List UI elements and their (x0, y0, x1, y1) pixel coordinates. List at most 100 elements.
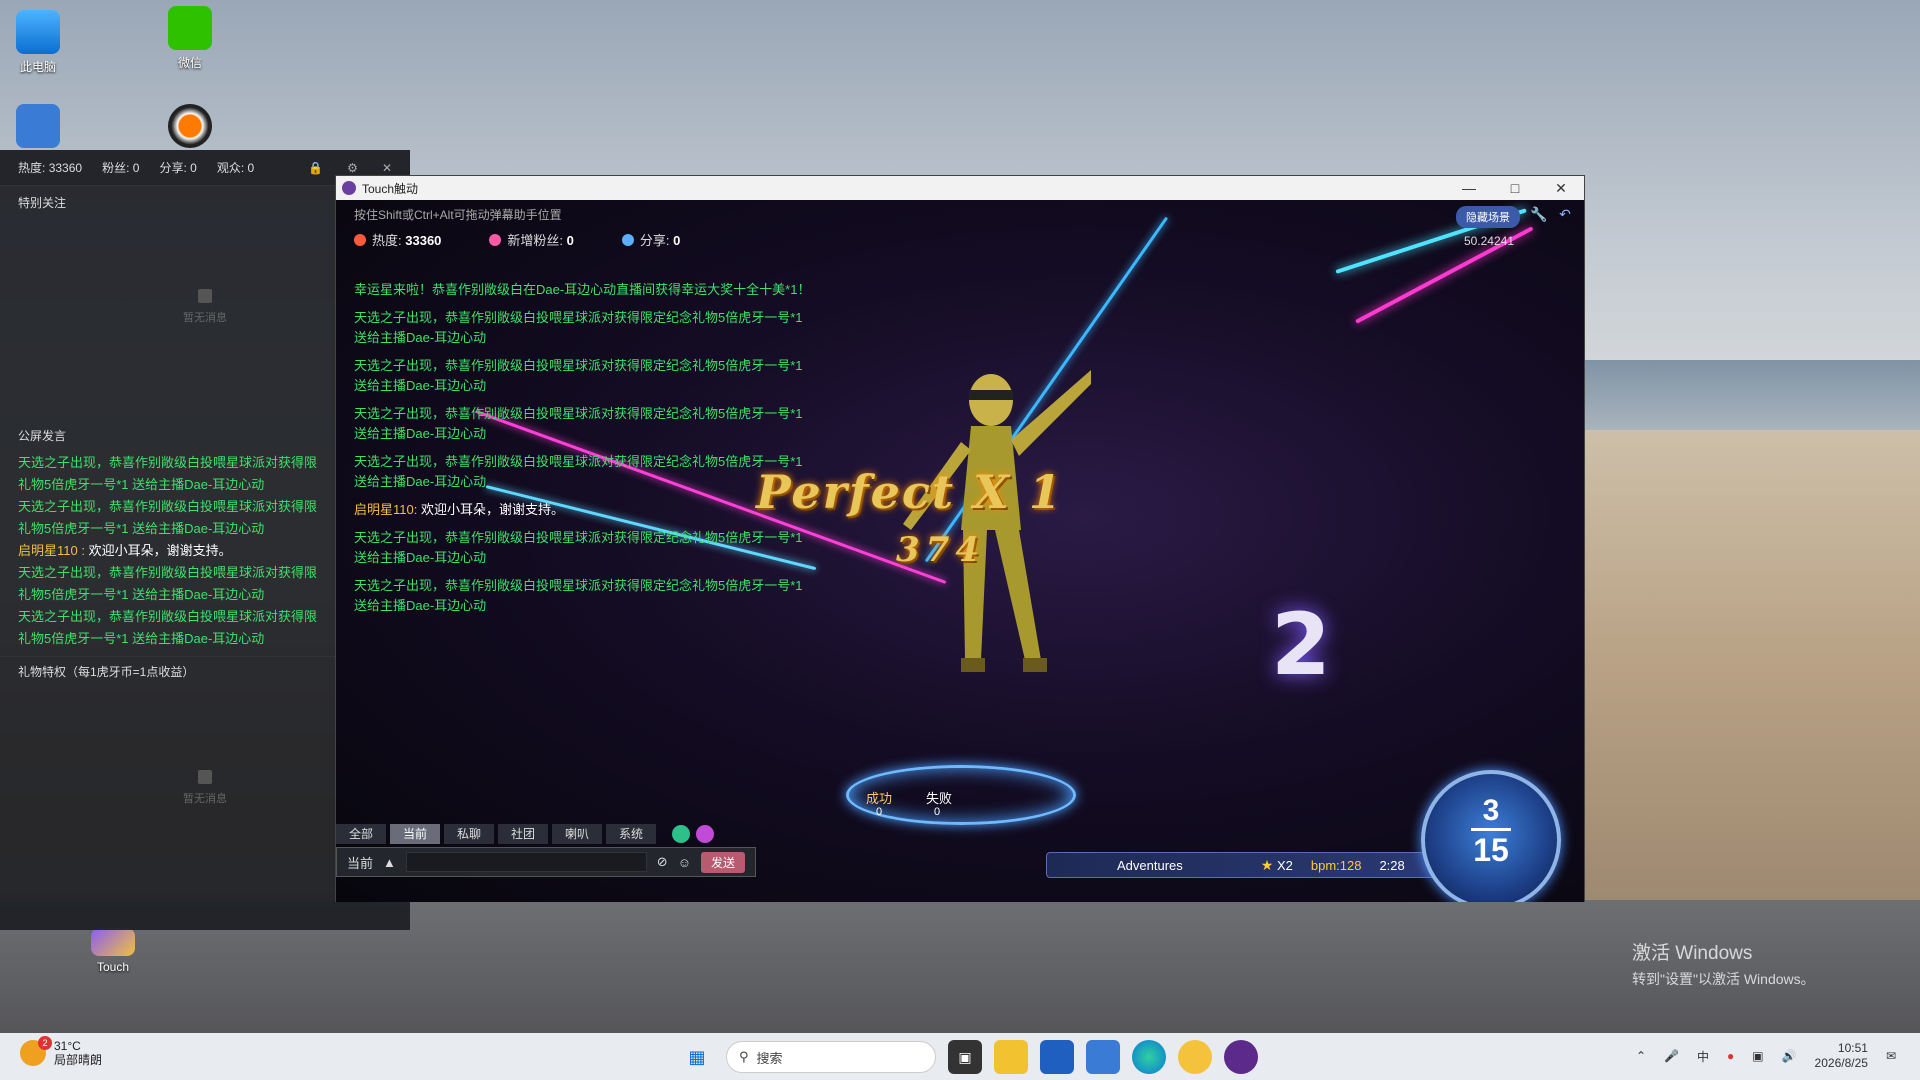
edge-browser-icon[interactable] (1132, 1040, 1166, 1074)
desktop-icon-label: 此电脑 (19, 60, 56, 74)
chat-tab-bar: 全部 当前 私聊 社团 喇叭 系统 (336, 824, 656, 844)
triangle-up-icon[interactable]: ▲ (383, 855, 396, 870)
combo-counter: 374 (896, 530, 985, 570)
taskbar: 2 31°C 局部晴朗 ▦ ⚲ 搜索 ▣ ⌃ 🎤 中 ● ▣ 🔊 10:51 2… (0, 1033, 1920, 1080)
chat-sender[interactable]: 启明星110 : (18, 543, 85, 558)
monitor-icon (16, 10, 60, 54)
chat-input[interactable] (405, 852, 647, 872)
lock-icon[interactable]: 🔒 (308, 161, 323, 175)
face-icon[interactable] (696, 825, 714, 843)
m-app-icon[interactable] (1086, 1040, 1120, 1074)
chat-message: 天选之子出现，恭喜作别敞级白投喂星球派对获得限定纪念礼物5倍虎牙一号*1送给主播… (354, 578, 803, 613)
app-yellow-icon[interactable] (1178, 1040, 1212, 1074)
song-name: Adventures (1117, 857, 1183, 873)
fire-icon (354, 234, 366, 246)
close-icon[interactable]: ✕ (382, 161, 392, 175)
dial-total: 15 (1473, 832, 1509, 868)
desktop-icon-label: 微信 (177, 56, 202, 70)
desktop-icon-wechat[interactable]: 微信 (150, 6, 230, 71)
weather-text: 局部晴朗 (54, 1053, 103, 1067)
notification-icon[interactable]: ✉ (1886, 1049, 1896, 1063)
heat-stat: 热度: 33360 (354, 230, 441, 249)
maximize-icon[interactable]: □ (1492, 180, 1538, 197)
game-stage: 按住Shift或Ctrl+Alt可拖动弹幕助手位置 热度: 33360 新增粉丝… (336, 200, 1584, 902)
network-icon[interactable]: ▣ (1752, 1049, 1763, 1063)
desktop-icon-this-pc[interactable]: 此电脑 (0, 10, 78, 75)
wechat-icon (168, 6, 212, 50)
touch-taskbar-icon[interactable] (1224, 1040, 1258, 1074)
microphone-icon[interactable]: 🎤 (1664, 1049, 1679, 1063)
chat-message: 天选之子出现，恭喜作别敞级白投喂星球派对获得限定纪念礼物5倍虎牙一号*1送给主播… (354, 530, 803, 565)
taskbar-apps: ▦ ⚲ 搜索 ▣ (680, 1040, 1258, 1074)
star-icon: ★ (1260, 856, 1274, 873)
song-info-bar: Adventures ★ X2 bpm:128 2:28 (1046, 852, 1466, 878)
hide-scene-button[interactable]: 隐藏场景 (1456, 206, 1520, 228)
block-icon[interactable]: ⊘ (657, 854, 668, 870)
speaker-icon[interactable]: 🔊 (1782, 1049, 1797, 1063)
file-explorer-icon[interactable] (994, 1040, 1028, 1074)
search-icon: ⚲ (739, 1049, 749, 1064)
weather-sun-icon: 2 (20, 1036, 52, 1066)
desktop-icon-recorder[interactable] (150, 104, 230, 152)
app-tray-icon[interactable]: ● (1727, 1049, 1734, 1063)
chat-tab[interactable]: 私聊 (444, 824, 494, 844)
notification-badge: 2 (38, 1036, 52, 1050)
system-tray: ⌃ 🎤 中 ● ▣ 🔊 10:51 2026/8/25 ✉ (1636, 1041, 1896, 1071)
desktop-icon-app-m[interactable] (0, 104, 78, 152)
windows-activation-watermark: 激活 Windows 转到"设置"以激活 Windows。 (1632, 938, 1815, 989)
input-method-icon[interactable]: 中 (1697, 1048, 1709, 1065)
emoji-icon[interactable] (672, 825, 690, 843)
window-title: Touch触动 (362, 181, 419, 196)
chat-tab[interactable]: 社团 (498, 824, 548, 844)
send-button[interactable]: 发送 (700, 851, 745, 873)
gear-icon[interactable]: ⚙ (347, 161, 358, 175)
desktop-icon-touch[interactable]: Touch (73, 928, 153, 974)
chat-message: 天选之子出现，恭喜作别敞级白投喂星球派对获得限定纪念礼物5倍虎牙一号*1送给主播… (354, 358, 803, 393)
empty-icon (198, 770, 212, 784)
window-titlebar[interactable]: Touch触动 — □ ✕ (336, 176, 1584, 200)
chat-tab[interactable]: 系统 (606, 824, 656, 844)
chat-message: 天选之子出现，恭喜作别敞级白投喂星球派对获得限定纪念礼物5倍虎牙一号*1送给主播… (354, 454, 803, 489)
weather-widget[interactable]: 2 31°C 局部晴朗 (20, 1036, 103, 1067)
countdown-number: 2 (1271, 595, 1331, 695)
chat-tab[interactable]: 全部 (336, 824, 386, 844)
game-stats-bar: 热度: 33360 新增粉丝: 0 分享: 0 (354, 230, 680, 249)
measure-dial: 3 15 (1421, 770, 1561, 902)
chevron-up-icon[interactable]: ⌃ (1636, 1049, 1646, 1063)
new-fans-stat: 新增粉丝: 0 (489, 230, 574, 249)
undo-icon[interactable]: ↶ (1556, 206, 1574, 224)
chat-sender[interactable]: 启明星110: (354, 502, 417, 517)
close-icon[interactable]: ✕ (1538, 180, 1584, 197)
dial-current: 3 (1482, 794, 1500, 827)
heat-stat: 热度: 33360 (18, 161, 83, 175)
channel-selector[interactable]: 当前 (347, 853, 373, 872)
taskbar-search[interactable]: ⚲ 搜索 (726, 1041, 936, 1073)
fans-stat: 粉丝: 0 (102, 161, 140, 175)
chat-message: 天选之子出现，恭喜作别敞级白投喂星球派对获得限定纪念礼物5倍虎牙一号*1送给主播… (354, 310, 803, 345)
share-icon (621, 234, 634, 246)
activation-subtitle: 转到"设置"以激活 Windows。 (1632, 971, 1815, 987)
record-icon (168, 104, 212, 148)
chat-text: 欢迎小耳朵，谢谢支持。 (84, 543, 232, 558)
windows-start-icon[interactable]: ▦ (680, 1040, 714, 1074)
desktop-icon-label: Touch (96, 960, 130, 974)
desktop-sea (1585, 360, 1920, 430)
minimize-icon[interactable]: — (1446, 180, 1492, 197)
coordinate-readout: 50.24241 (1463, 234, 1514, 248)
heart-icon (489, 234, 502, 246)
share-stat: 分享: 0 (621, 230, 680, 249)
dial-divider (1471, 828, 1511, 831)
chat-message: 幸运星来啦！恭喜作别敞级白在Dae-耳边心动直播间获得幸运大奖十全十美*1！ (354, 282, 811, 297)
activation-title: 激活 Windows (1632, 943, 1753, 964)
chat-tab[interactable]: 喇叭 (552, 824, 602, 844)
share-stat: 分享: 0 (159, 161, 197, 175)
wrench-icon[interactable]: 🔧 (1530, 206, 1548, 224)
chat-tab[interactable]: 当前 (390, 824, 440, 844)
song-time: 2:28 (1379, 857, 1405, 873)
smiley-icon[interactable]: ☺ (678, 855, 691, 870)
store-icon[interactable] (1040, 1040, 1074, 1074)
task-view-icon[interactable]: ▣ (948, 1040, 982, 1074)
empty-icon (198, 289, 212, 303)
temperature: 31°C (54, 1039, 81, 1053)
system-clock[interactable]: 10:51 2026/8/25 (1815, 1041, 1868, 1071)
